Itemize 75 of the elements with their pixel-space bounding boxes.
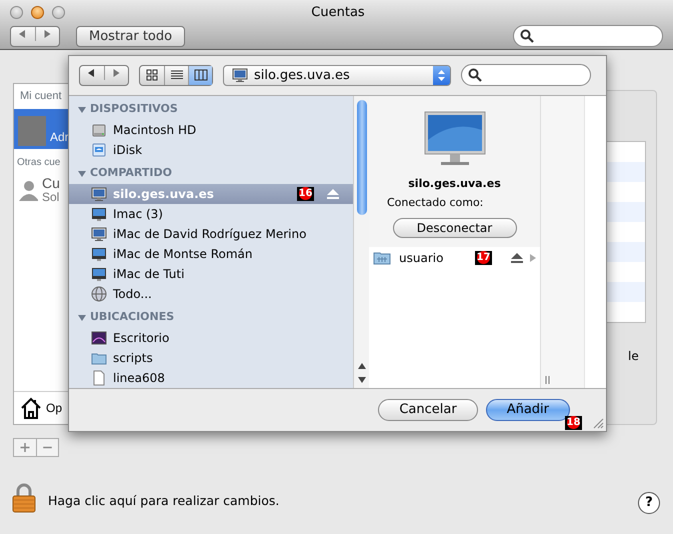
sidebar-item[interactable]: iDisk [69, 140, 353, 160]
eject-icon[interactable] [511, 252, 523, 263]
hard-drive-icon [91, 122, 107, 138]
search-icon [520, 29, 534, 43]
navigation-control[interactable] [10, 26, 60, 46]
monitor-icon [91, 226, 107, 242]
grid-icon [145, 68, 159, 82]
sidebar-item[interactable]: Escritorio [69, 328, 353, 348]
section-header: DISPOSITIVOS [90, 101, 178, 118]
avatar-placeholder [18, 116, 46, 146]
account-name: Adr [50, 128, 69, 146]
disclosure-triangle-icon[interactable] [77, 104, 87, 115]
computer-icon [91, 266, 107, 282]
computer-icon [91, 206, 107, 222]
columns-icon [194, 68, 208, 82]
person-icon [18, 178, 38, 201]
navigation-control[interactable] [79, 64, 129, 86]
section-header: COMPARTIDO [90, 165, 172, 182]
server-name: silo.ges.uva.es [408, 176, 501, 192]
sidebar-item[interactable]: linea608 [69, 368, 353, 388]
disclosure-triangle-icon[interactable] [77, 168, 87, 179]
section-header: UBICACIONES [90, 309, 174, 326]
scroll-up-icon[interactable] [357, 362, 367, 370]
lock-icon[interactable] [12, 483, 36, 513]
desktop-icon [91, 330, 107, 346]
window-title: Cuentas [310, 4, 366, 22]
login-options-label: Op [46, 400, 62, 417]
resize-grip-icon[interactable] [593, 418, 604, 429]
section-header: Otras cue [16, 156, 62, 170]
file-row[interactable]: usuario 17 [369, 248, 540, 268]
window-button[interactable] [52, 6, 65, 19]
scrollbar[interactable] [353, 96, 369, 388]
dialog-button[interactable]: Cancelar [378, 398, 478, 421]
location-dropdown[interactable]: silo.ges.uva.es [223, 64, 451, 86]
computer-icon [91, 246, 107, 262]
monitor-icon [91, 186, 107, 202]
sidebar-item[interactable]: Imac (3) [69, 204, 353, 224]
disclosure-triangle-icon[interactable] [77, 312, 87, 323]
sidebar-item[interactable]: Todo... [69, 284, 353, 304]
disclosure-arrow-icon[interactable] [530, 254, 536, 262]
show-all-button[interactable]: Mostrar todo [76, 26, 186, 46]
sidebar-item[interactable]: iMac de Tuti [69, 264, 353, 284]
lock-message: Haga clic aquí para realizar cambios. [48, 492, 280, 510]
section-header: Mi cuent [19, 89, 63, 104]
house-icon [20, 397, 42, 419]
window-button[interactable] [10, 6, 23, 19]
sidebar-item[interactable]: silo.ges.uva.es 16 [69, 184, 353, 204]
disconnect-button[interactable]: Desconectar [392, 218, 516, 238]
scroll-thumb[interactable] [357, 100, 367, 215]
minimize-button[interactable] [31, 6, 44, 19]
globe-icon [91, 286, 107, 302]
document-icon [91, 370, 107, 386]
view-control[interactable] [139, 64, 213, 86]
connection-label: Conectado como: [386, 195, 484, 212]
dropdown-arrows-icon [437, 68, 446, 82]
resize-handle-icon[interactable] [545, 376, 551, 384]
sidebar-item[interactable]: Macintosh HD [69, 120, 353, 140]
sidebar-item[interactable]: iMac de David Rodríguez Merino [69, 224, 353, 244]
folder-icon [373, 250, 391, 266]
help-button[interactable]: ? [638, 492, 660, 514]
number-marker: 16 [297, 186, 314, 201]
columns-view-button[interactable] [188, 66, 212, 85]
number-marker: 17 [475, 250, 492, 265]
sidebar-item[interactable]: scripts [69, 348, 353, 368]
search-field[interactable] [513, 25, 663, 47]
account-type: Sol [42, 190, 60, 204]
label-text: le [628, 348, 639, 365]
account-name: Cu [42, 176, 60, 191]
search-icon [468, 68, 482, 82]
scroll-down-icon[interactable] [357, 376, 367, 384]
add-remove-control[interactable] [13, 438, 59, 457]
sidebar-item[interactable]: iMac de Montse Román [69, 244, 353, 264]
search-field[interactable] [461, 64, 591, 86]
number-marker: 18 [565, 416, 582, 430]
monitor-icon [232, 67, 248, 84]
